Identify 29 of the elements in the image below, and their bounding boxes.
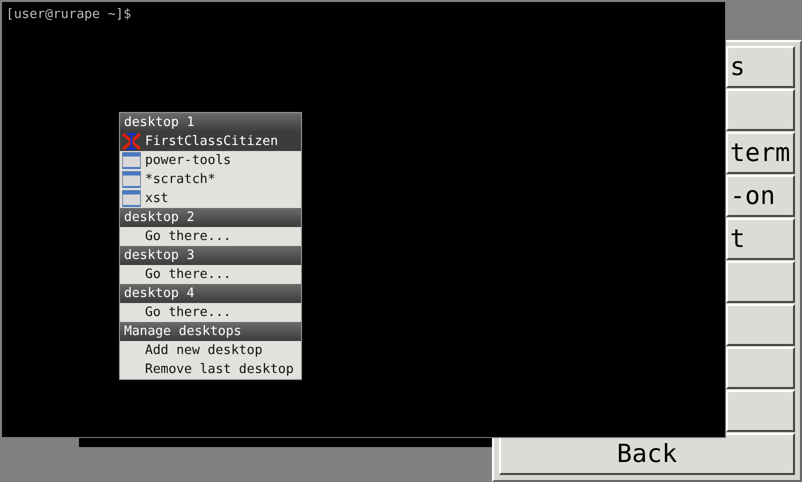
panel-button[interactable] [726, 261, 795, 303]
menu-header: desktop 2 [120, 208, 301, 227]
panel-button[interactable]: s [726, 46, 795, 88]
panel-button[interactable]: t [726, 218, 795, 260]
menu-item[interactable]: Go there... [120, 265, 301, 284]
menu-item[interactable]: power-tools [120, 151, 301, 170]
x-logo-icon [122, 133, 141, 150]
menu-item[interactable]: Remove last desktop [120, 360, 301, 379]
panel-button[interactable] [726, 304, 795, 346]
menu-item[interactable]: FirstClassCitizen [120, 132, 301, 151]
menu-item[interactable]: Add new desktop [120, 341, 301, 360]
window-icon [122, 190, 141, 207]
window-icon [122, 152, 141, 169]
menu-header: Manage desktops [120, 322, 301, 341]
panel-button[interactable] [726, 347, 795, 389]
menu-header: desktop 1 [120, 113, 301, 132]
window-icon [122, 171, 141, 188]
menu-item[interactable]: Go there... [120, 303, 301, 322]
menu-item[interactable]: *scratch* [120, 170, 301, 189]
menu-item[interactable]: Go there... [120, 227, 301, 246]
panel-button[interactable]: term [726, 132, 795, 174]
panel-button[interactable]: -on [726, 175, 795, 217]
panel-button[interactable]: Back [499, 433, 795, 475]
shell-prompt: [user@rurape ~]$ [6, 6, 132, 24]
menu-header: desktop 4 [120, 284, 301, 303]
panel-button[interactable] [726, 390, 795, 432]
menu-item[interactable]: xst [120, 189, 301, 208]
menu-header: desktop 3 [120, 246, 301, 265]
panel-button[interactable] [726, 89, 795, 131]
